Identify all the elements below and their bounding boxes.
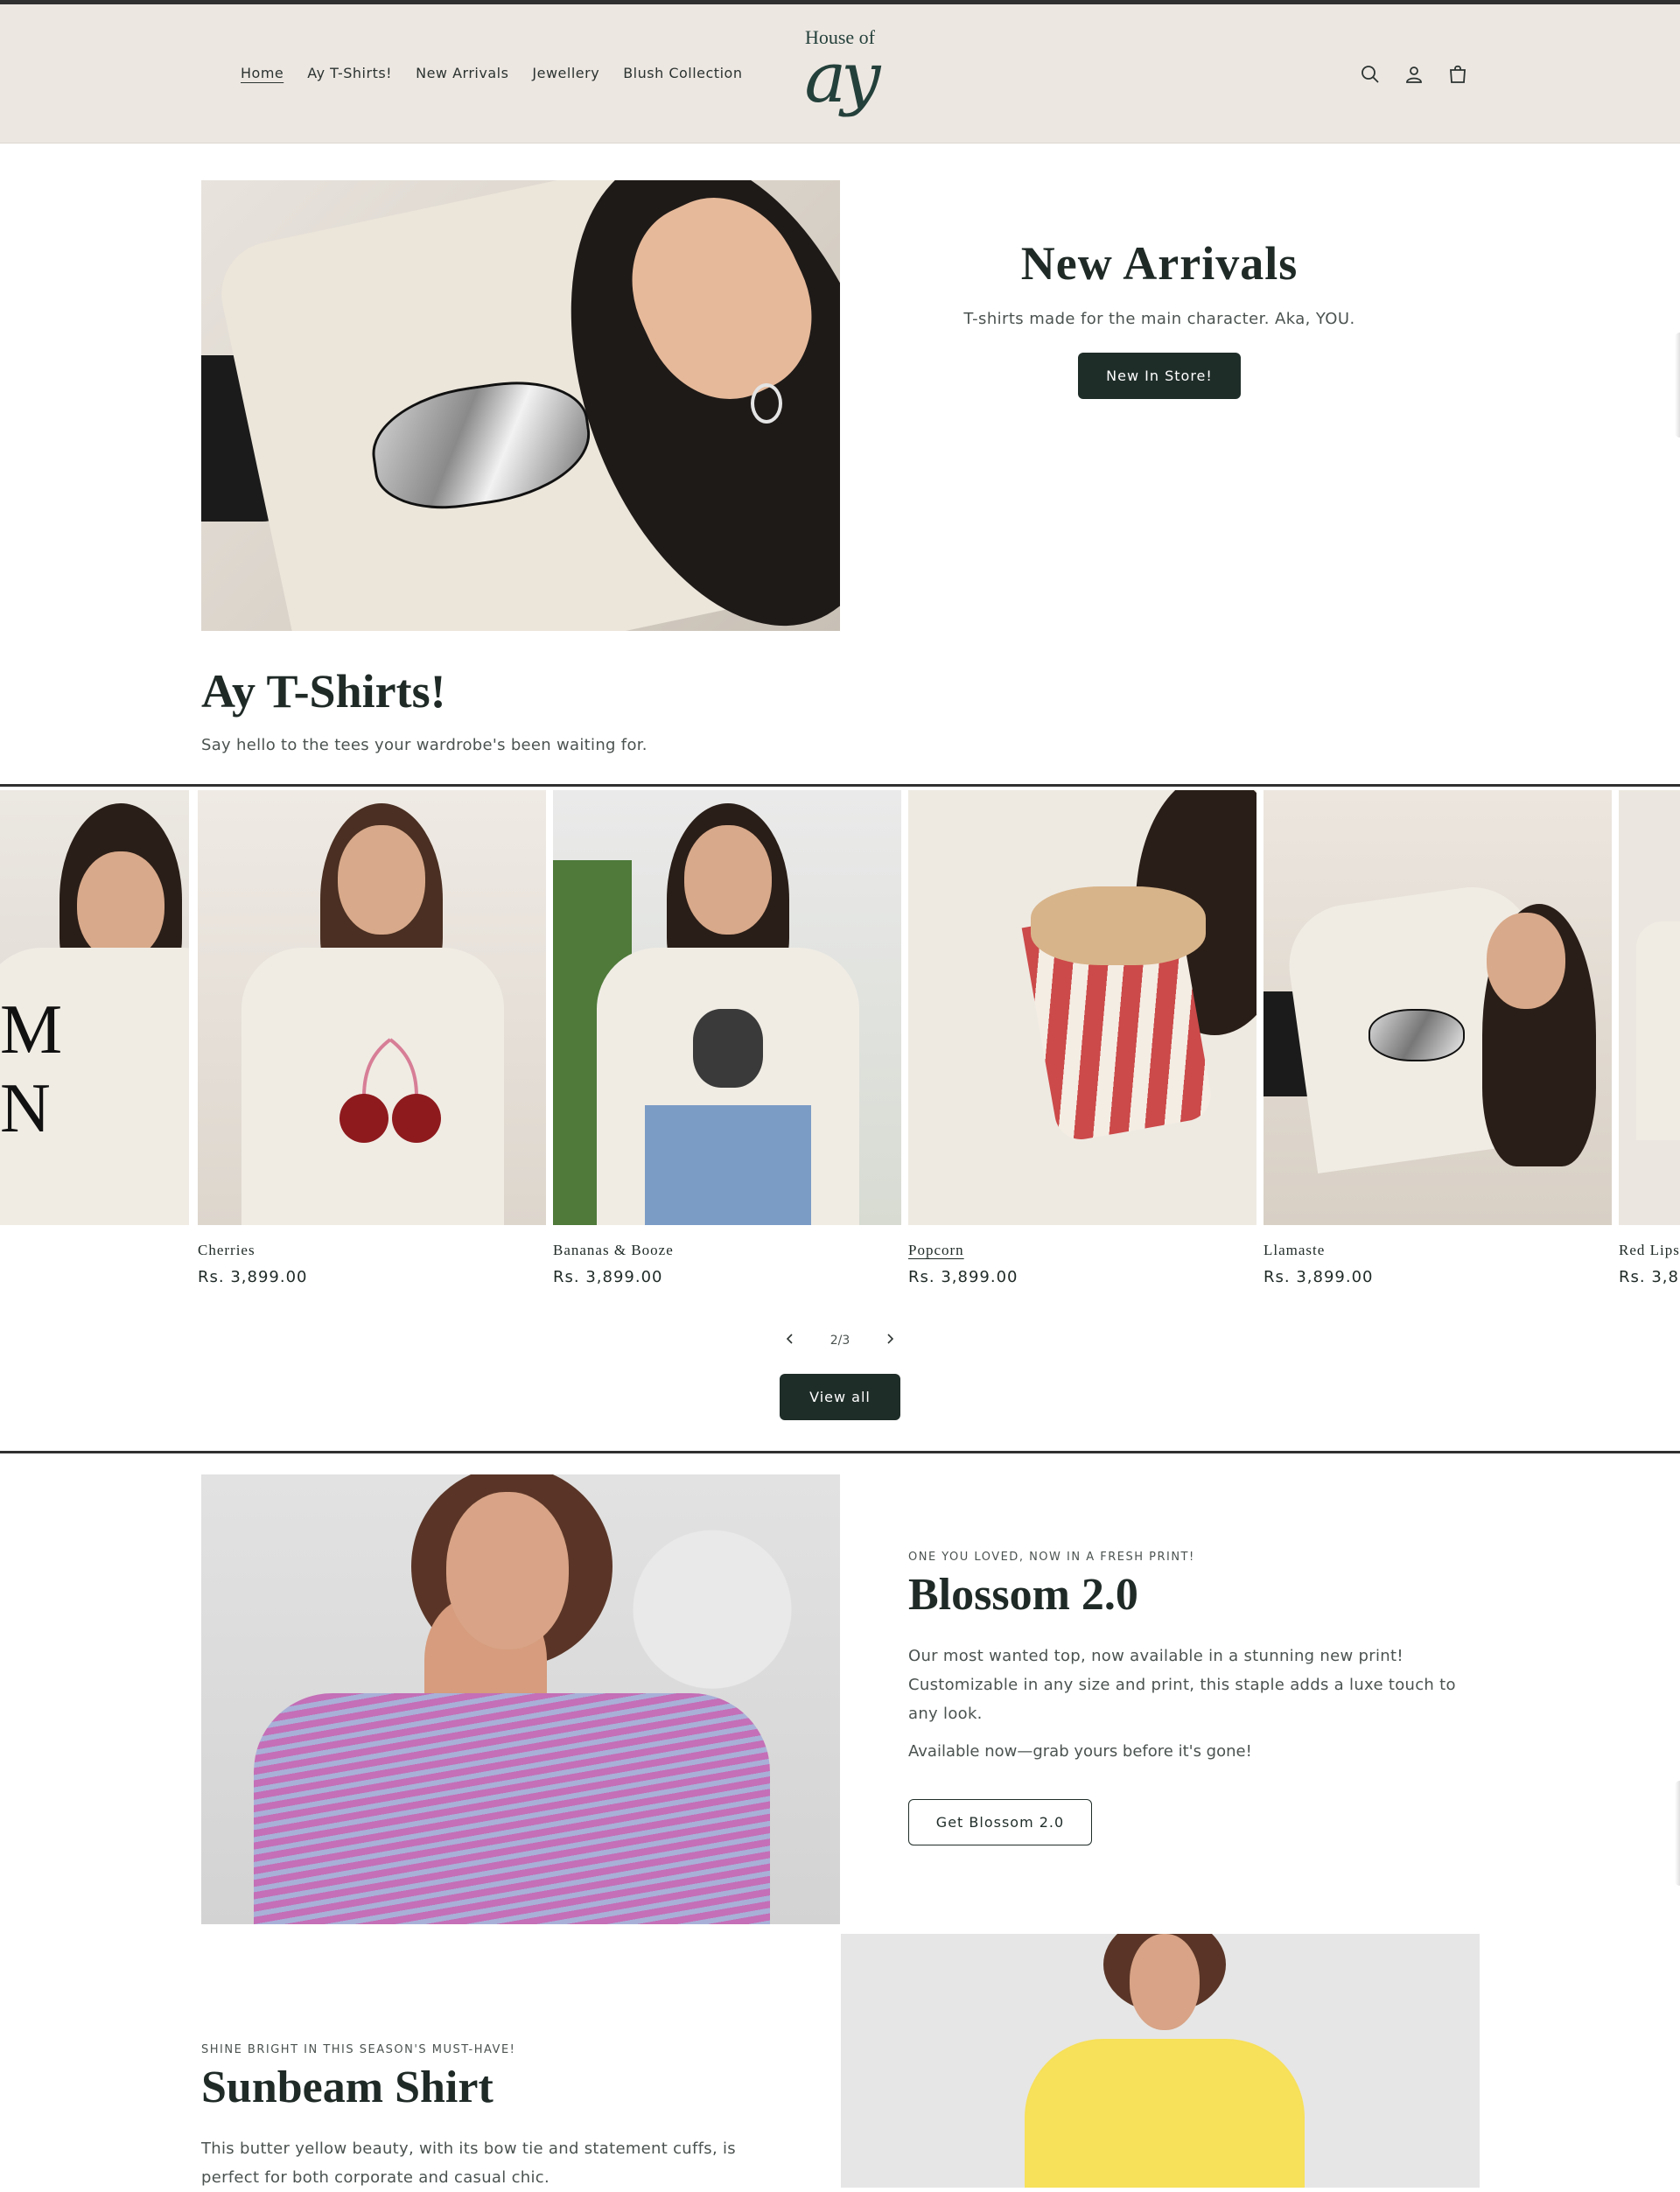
- product-card-cherries[interactable]: [198, 790, 546, 1225]
- product-name[interactable]: Llamaste: [1264, 1242, 1325, 1259]
- product-price: Rs. 3,899.00: [1264, 1268, 1374, 1286]
- sunbeam-image: [841, 1934, 1480, 2188]
- chevron-right-icon[interactable]: [884, 1333, 896, 1348]
- logo-big-text: ay: [804, 37, 881, 118]
- blossom-availability: Available now—grab yours before it's gon…: [908, 1742, 1252, 1761]
- product-name[interactable]: Red Lips: [1619, 1242, 1680, 1259]
- product-name[interactable]: Popcorn: [908, 1242, 964, 1259]
- nav-new-arrivals[interactable]: New Arrivals: [416, 65, 508, 81]
- edge-shadow: [1675, 1781, 1680, 1886]
- slider-pager: 2/3: [784, 1333, 896, 1348]
- collection-title: Ay T-Shirts!: [201, 665, 446, 718]
- svg-text:M: M: [0, 991, 62, 1068]
- main-nav: Home Ay T-Shirts! New Arrivals Jewellery…: [241, 65, 742, 81]
- chevron-left-icon[interactable]: [784, 1333, 796, 1348]
- sunbeam-description: This butter yellow beauty, with its bow …: [201, 2139, 736, 2187]
- site-header: Home Ay T-Shirts! New Arrivals Jewellery…: [0, 4, 1680, 144]
- product-card-partial-left[interactable]: MN: [0, 790, 189, 1225]
- collection-subtitle: Say hello to the tees your wardrobe's be…: [201, 736, 648, 754]
- cherry-print: [340, 1038, 441, 1143]
- hero-image: [201, 180, 840, 631]
- site-logo[interactable]: House of ay: [796, 28, 884, 124]
- blossom-title: Blossom 2.0: [908, 1570, 1138, 1620]
- account-icon[interactable]: [1404, 64, 1424, 85]
- section-divider: [0, 1451, 1680, 1453]
- blossom-text-block: ONE YOU LOVED, NOW IN A FRESH PRINT! Blo…: [908, 1551, 1468, 1845]
- new-in-store-button[interactable]: New In Store!: [1078, 353, 1241, 399]
- sunbeam-text-block: SHINE BRIGHT IN THIS SEASON'S MUST-HAVE!…: [201, 2043, 779, 2192]
- product-card-partial-right[interactable]: [1619, 790, 1680, 1225]
- monkey-print: [693, 1009, 763, 1088]
- get-blossom-button[interactable]: Get Blossom 2.0: [908, 1799, 1092, 1845]
- sunbeam-eyebrow: SHINE BRIGHT IN THIS SEASON'S MUST-HAVE!: [201, 2043, 516, 2056]
- section-divider: [0, 784, 1680, 787]
- product-price: Rs. 3,899.00: [908, 1268, 1018, 1286]
- nav-jewellery[interactable]: Jewellery: [532, 65, 599, 81]
- search-icon[interactable]: [1360, 64, 1381, 85]
- tshirt-print-letters: MN: [0, 991, 62, 1140]
- hero-subtitle: T-shirts made for the main character. Ak…: [963, 310, 1355, 328]
- slider-counter: 2/3: [830, 1334, 850, 1348]
- cart-icon[interactable]: [1447, 64, 1468, 85]
- header-icons: [1360, 64, 1468, 85]
- product-card-llamaste[interactable]: [1264, 790, 1612, 1225]
- product-name[interactable]: Bananas & Booze: [553, 1242, 674, 1259]
- nav-ay-tshirts[interactable]: Ay T-Shirts!: [307, 65, 392, 81]
- hero-title: New Arrivals: [1020, 237, 1298, 290]
- nav-blush-collection[interactable]: Blush Collection: [623, 65, 742, 81]
- blossom-image: [201, 1474, 840, 1924]
- product-price: Rs. 3,89: [1619, 1268, 1680, 1286]
- product-price: Rs. 3,899.00: [198, 1268, 308, 1286]
- nav-home[interactable]: Home: [241, 65, 284, 81]
- blossom-description: Our most wanted top, now available in a …: [908, 1647, 1456, 1723]
- sunbeam-title: Sunbeam Shirt: [201, 2062, 494, 2112]
- hero-text-block: New Arrivals T-shirts made for the main …: [945, 236, 1374, 399]
- product-name[interactable]: Cherries: [198, 1242, 256, 1259]
- edge-shadow: [1675, 333, 1680, 438]
- view-all-button[interactable]: View all: [780, 1374, 900, 1420]
- product-card-bananas-booze[interactable]: [553, 790, 901, 1225]
- llama-print: [1368, 1009, 1465, 1061]
- svg-text:N: N: [0, 1070, 51, 1140]
- product-card-popcorn[interactable]: [908, 790, 1256, 1225]
- product-price: Rs. 3,899.00: [553, 1268, 663, 1286]
- blossom-eyebrow: ONE YOU LOVED, NOW IN A FRESH PRINT!: [908, 1551, 1195, 1564]
